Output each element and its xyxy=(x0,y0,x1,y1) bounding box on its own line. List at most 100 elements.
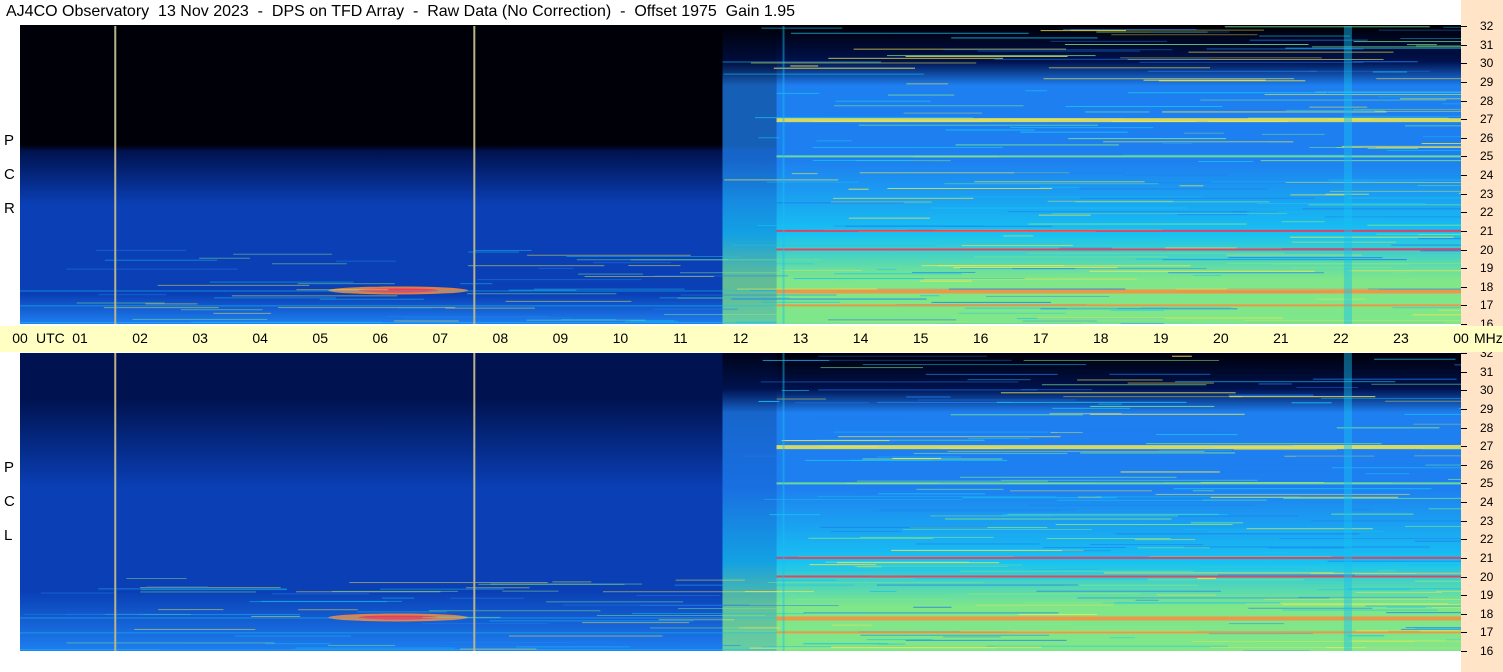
signal-streak xyxy=(743,455,892,457)
freq-tick-label: 19 xyxy=(1480,261,1494,276)
mhz-unit-label: MHz xyxy=(1474,330,1503,346)
signal-streak xyxy=(1102,602,1281,604)
signal-streak xyxy=(986,645,1228,647)
signal-streak xyxy=(1374,358,1456,360)
signal-streak xyxy=(919,280,972,282)
signal-streak xyxy=(1003,235,1034,237)
night-streak xyxy=(386,316,549,318)
freq-tick xyxy=(1461,371,1467,373)
signal-streak xyxy=(906,396,951,398)
signal-streak xyxy=(1156,434,1238,436)
signal-streak xyxy=(1075,201,1270,203)
signal-streak xyxy=(1229,396,1376,398)
freq-tick xyxy=(1461,81,1467,83)
signal-streak xyxy=(1309,106,1368,108)
freq-tick-label: 25 xyxy=(1480,476,1494,491)
night-streak xyxy=(319,298,424,300)
signal-streak xyxy=(723,73,924,75)
signal-streak xyxy=(953,267,1118,269)
night-streak xyxy=(158,609,224,611)
signal-streak xyxy=(955,144,1119,146)
freq-tick xyxy=(1461,249,1467,251)
night-streak xyxy=(602,591,786,593)
night-streak xyxy=(658,619,735,621)
freq-tick-label: 20 xyxy=(1480,242,1494,257)
signal-streak xyxy=(1046,538,1171,540)
signal-streak xyxy=(1065,105,1223,107)
signal-streak xyxy=(1184,132,1224,134)
signal-streak xyxy=(1206,48,1364,50)
vertical-spike xyxy=(1343,26,1352,324)
signal-streak xyxy=(960,268,1207,270)
signal-streak xyxy=(1020,131,1128,133)
signal-streak xyxy=(925,373,1058,375)
freq-tick xyxy=(1461,483,1467,485)
signal-streak xyxy=(1245,320,1461,322)
signal-streak xyxy=(1147,579,1304,581)
signal-streak xyxy=(994,58,1209,60)
lcp-label-p: P xyxy=(4,459,15,476)
signal-streak xyxy=(920,295,940,297)
signal-streak xyxy=(1210,647,1345,649)
signal-streak xyxy=(774,306,995,308)
signal-streak xyxy=(763,498,962,500)
freq-tick xyxy=(1461,651,1467,652)
signal-streak xyxy=(916,488,1004,490)
night-streak xyxy=(296,289,389,291)
freq-tick-label: 28 xyxy=(1480,93,1494,108)
signal-streak xyxy=(1077,379,1163,381)
signal-streak xyxy=(1290,236,1454,238)
signal-streak xyxy=(1428,508,1461,510)
freq-tick-label: 31 xyxy=(1480,364,1494,379)
night-streak xyxy=(680,294,837,296)
night-streak xyxy=(231,295,398,297)
signal-streak xyxy=(1018,613,1098,615)
signal-streak xyxy=(848,188,869,190)
signal-streak xyxy=(951,37,1098,39)
signal-streak xyxy=(915,543,1040,545)
signal-streak xyxy=(1256,203,1427,205)
signal-streak xyxy=(854,566,1009,568)
signal-streak xyxy=(1341,145,1461,147)
freq-tick-label: 32 xyxy=(1480,19,1494,33)
signal-streak xyxy=(776,202,904,204)
signal-streak xyxy=(773,67,915,69)
night-streak xyxy=(477,279,642,281)
night-streak xyxy=(679,272,842,274)
time-axis: UTC MHz 00 01 02 03 04 05 06 07 08 09 10 11 12 13 14 15… xyxy=(0,326,1503,352)
signal-band xyxy=(776,229,1461,232)
freq-tick-label: 22 xyxy=(1480,205,1494,220)
signal-streak xyxy=(1028,223,1247,225)
signal-streak xyxy=(1393,271,1414,273)
night-streak xyxy=(538,267,574,269)
night-streak xyxy=(214,297,336,299)
freq-tick-label: 17 xyxy=(1480,298,1494,313)
signal-streak xyxy=(1025,90,1048,92)
signal-streak xyxy=(1279,538,1461,540)
signal-streak xyxy=(876,401,1012,403)
night-streak xyxy=(381,597,415,599)
signal-streak xyxy=(1407,564,1461,566)
night-streak xyxy=(103,307,219,309)
night-streak xyxy=(235,635,351,637)
signal-streak xyxy=(1228,394,1314,396)
night-streak xyxy=(104,259,218,261)
night-streak xyxy=(505,300,632,302)
night-streak xyxy=(445,307,535,309)
signal-streak xyxy=(1078,188,1268,190)
signal-streak xyxy=(886,55,1096,57)
freq-tick xyxy=(1461,595,1467,597)
freq-tick-label: 25 xyxy=(1480,149,1494,164)
signal-streak xyxy=(1378,570,1397,572)
night-streak xyxy=(393,320,459,322)
signal-streak xyxy=(1000,479,1258,481)
signal-streak xyxy=(803,643,889,645)
signal-streak xyxy=(1055,524,1233,526)
signal-streak xyxy=(1356,630,1461,632)
signal-streak xyxy=(1172,355,1192,357)
freq-tick xyxy=(1461,557,1467,559)
freq-tick xyxy=(1461,193,1467,195)
signal-streak xyxy=(1282,604,1461,606)
signal-streak xyxy=(996,401,1187,403)
signal-streak xyxy=(964,307,1169,309)
